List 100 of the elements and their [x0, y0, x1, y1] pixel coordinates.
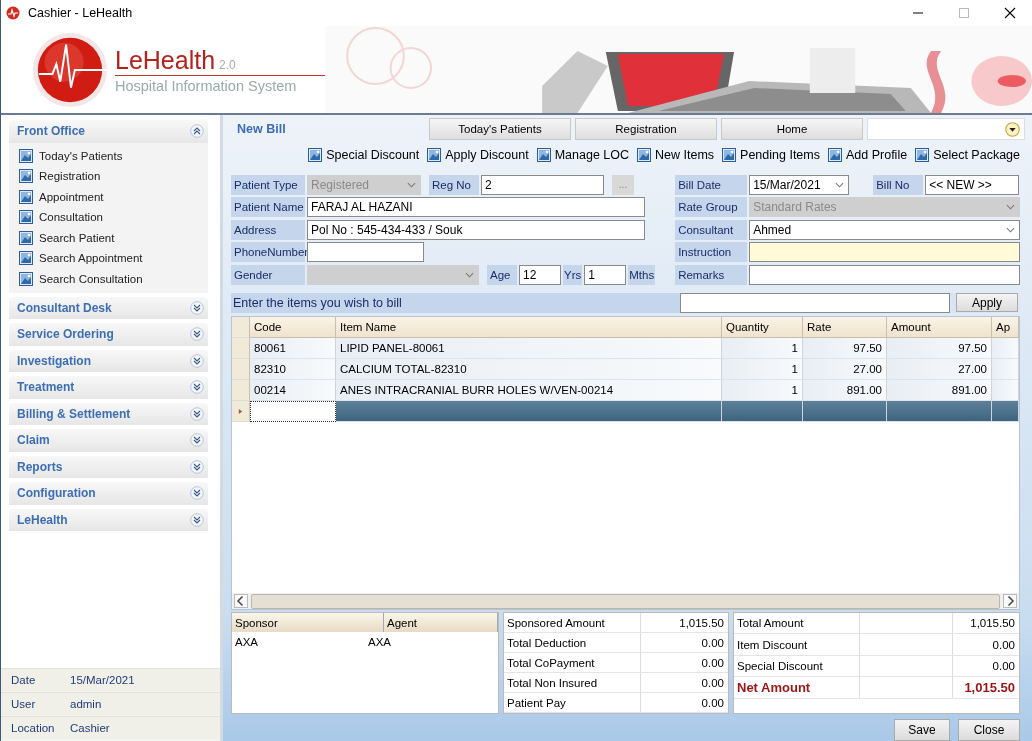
date-picker[interactable]: 15/Mar/2021	[749, 174, 850, 195]
close-icon[interactable]	[1004, 7, 1016, 19]
scroll-right-icon[interactable]	[1003, 594, 1017, 608]
toolbar-button[interactable]: Apply Discount	[427, 147, 529, 162]
summary-value: 0.00	[700, 675, 725, 691]
tab[interactable]: Registration	[575, 118, 717, 140]
section-header[interactable]: Front Office	[9, 120, 208, 143]
table-cell: ANES INTRACRANIAL BURR HOLES W/VEN-00214	[336, 380, 722, 402]
row-pointer-icon	[238, 407, 243, 415]
section-header[interactable]: Reports	[9, 455, 208, 478]
table-cell: 27.00	[803, 359, 887, 381]
section-header[interactable]: Consultant Desk	[9, 296, 208, 319]
sidebar-item[interactable]: Search Patient	[19, 229, 208, 246]
table-cell: LIPID PANEL-80061	[336, 338, 722, 360]
expand-icon[interactable]	[190, 486, 204, 501]
summary-value: 0.00	[700, 695, 725, 711]
dropdown-circle-icon[interactable]	[1005, 121, 1020, 137]
input-field[interactable]: Pol No : 545-434-433 / Souk	[307, 219, 645, 240]
section-header[interactable]: Configuration	[9, 482, 208, 505]
input-field[interactable]: 1	[584, 264, 627, 285]
table-cell: CALCIUM TOTAL-82310	[336, 359, 722, 381]
input-field[interactable]	[307, 242, 424, 263]
total-label: Special Discount	[734, 655, 860, 677]
toolbar-button[interactable]: Manage LOC	[536, 147, 629, 162]
input-field[interactable]: << NEW >>	[925, 174, 1020, 195]
expand-icon[interactable]	[190, 433, 204, 448]
sidebar-item[interactable]: Consultation	[19, 209, 208, 225]
tab[interactable]: Home	[721, 118, 863, 140]
image-icon	[722, 147, 737, 162]
total-value: 1,015.50	[969, 616, 1016, 632]
image-icon	[19, 189, 33, 204]
toolbar-button[interactable]: Add Profile	[828, 147, 908, 162]
input-field[interactable]	[749, 264, 1020, 285]
table-cell: 1	[722, 338, 803, 360]
expand-icon[interactable]	[190, 512, 204, 527]
field-label: Address	[231, 219, 305, 240]
total-label: Total Amount	[734, 613, 860, 634]
expand-icon[interactable]	[190, 353, 204, 368]
image-icon	[915, 147, 930, 162]
input-field[interactable]	[250, 401, 336, 423]
section-header[interactable]: Service Ordering	[9, 323, 208, 346]
apply-button[interactable]: Apply	[956, 293, 1018, 313]
summary-label: Patient Pay	[504, 693, 641, 712]
table-cell: 1	[722, 380, 803, 402]
page-title: New Bill	[236, 122, 287, 136]
expand-icon[interactable]	[190, 327, 204, 342]
field-label: Remarks	[675, 264, 748, 285]
section-header[interactable]: LeHealth	[9, 508, 208, 531]
sidebar-item[interactable]: Today's Patients	[19, 147, 208, 164]
toolbar-button[interactable]: New Items	[637, 147, 715, 162]
sidebar-item[interactable]: Appointment	[19, 188, 208, 205]
consultant-select[interactable]: Ahmed	[749, 219, 1020, 240]
expand-icon[interactable]	[190, 406, 204, 421]
app-icon	[6, 6, 20, 20]
image-icon	[308, 147, 323, 162]
input-field[interactable]: FARAJ AL HAZANI	[307, 197, 645, 218]
sidebar-item[interactable]: Search Consultation	[19, 270, 208, 287]
collapse-icon[interactable]	[190, 124, 204, 139]
item-search-field[interactable]	[680, 292, 950, 313]
scroll-left-icon[interactable]	[234, 594, 248, 608]
sidebar-item[interactable]: Registration	[19, 168, 208, 184]
column-header[interactable]: Agent	[384, 613, 498, 632]
input-field[interactable]: 2	[481, 174, 604, 195]
toolbar-button[interactable]: Pending Items	[722, 147, 820, 162]
sidebar-item[interactable]: Search Appointment	[19, 250, 208, 266]
total-value: 0.00	[991, 637, 1016, 653]
expand-icon[interactable]	[190, 459, 204, 474]
image-icon	[19, 210, 33, 224]
toolbar-button[interactable]: Special Discount	[308, 147, 420, 162]
action-button[interactable]: Save	[894, 719, 950, 741]
info-label: User	[10, 698, 37, 710]
version-label: 2.0	[219, 57, 236, 72]
table-cell-text: AXA	[234, 635, 259, 650]
expand-icon[interactable]	[190, 300, 204, 315]
summary-value: 0.00	[700, 635, 725, 651]
image-icon	[19, 148, 33, 163]
toolbar-button[interactable]: Select Package	[915, 147, 1020, 162]
info-label: Date	[10, 674, 37, 686]
field-label: Gender	[231, 264, 305, 285]
tab[interactable]: Today's Patients	[429, 118, 571, 140]
section-header[interactable]: Investigation	[9, 349, 208, 372]
field-label: Patient Name	[231, 197, 305, 218]
field-label: Patient Type	[231, 174, 305, 195]
column-header[interactable]: Sponsor	[232, 613, 384, 632]
total-value: 0.00	[991, 658, 1016, 674]
input-field[interactable]	[749, 242, 1020, 263]
field-label: Bill No	[873, 174, 924, 195]
image-icon	[427, 147, 442, 162]
section-header[interactable]: Billing & Settlement	[9, 402, 208, 425]
field-label: Age	[487, 264, 517, 285]
summary-label: Total CoPayment	[504, 653, 641, 672]
action-button[interactable]: Close	[958, 719, 1020, 741]
field-label: Consultant	[675, 219, 748, 240]
section-header[interactable]: Treatment	[9, 376, 208, 399]
section-header[interactable]: Claim	[9, 429, 208, 452]
image-icon	[637, 147, 651, 162]
table-cell: 97.50	[803, 338, 887, 360]
field-label: Bill Date	[675, 174, 748, 195]
input-field[interactable]: 12	[519, 264, 561, 285]
expand-icon[interactable]	[190, 380, 204, 395]
